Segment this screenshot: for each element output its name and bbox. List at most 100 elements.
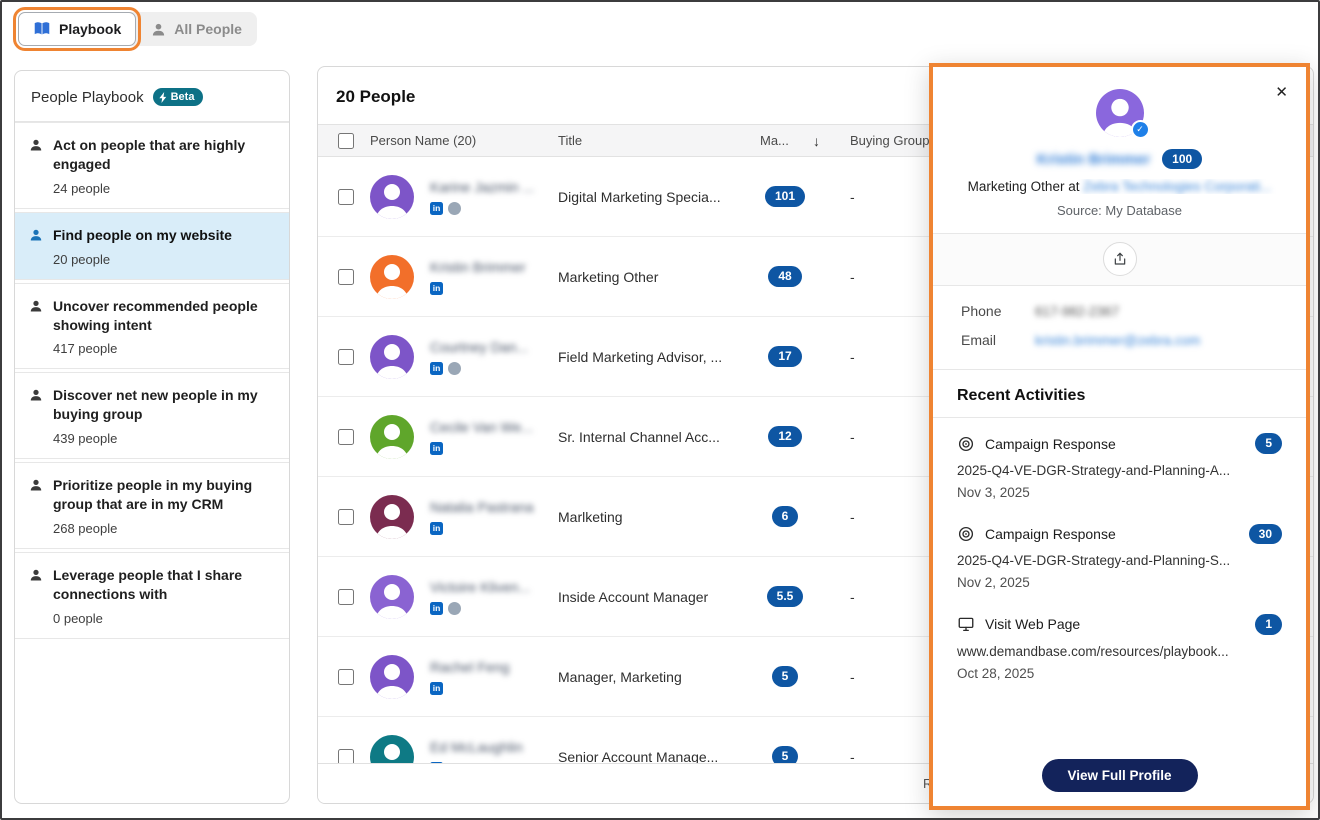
person-icon bbox=[29, 299, 43, 357]
playbook-item-buying-group-in-crm[interactable]: Prioritize people in my buying group tha… bbox=[15, 462, 289, 550]
linkedin-icon[interactable]: in bbox=[430, 201, 443, 215]
linkedin-icon[interactable]: in bbox=[430, 281, 443, 295]
playbook-item-label: Prioritize people in my buying group tha… bbox=[53, 477, 253, 513]
activity-item: Visit Web Page 1 www.demandbase.com/reso… bbox=[957, 601, 1282, 691]
row-checkbox[interactable] bbox=[338, 348, 354, 365]
column-person-name[interactable]: Person Name (20) bbox=[370, 133, 558, 148]
row-checkbox[interactable] bbox=[338, 268, 354, 285]
linkedin-icon[interactable]: in bbox=[430, 601, 443, 615]
panel-avatar-wrap: ✓ bbox=[1095, 89, 1150, 139]
activity-detail: www.demandbase.com/resources/playbook... bbox=[957, 643, 1229, 659]
person-name[interactable]: Courtney Dan... bbox=[430, 339, 558, 355]
view-full-profile-button[interactable]: View Full Profile bbox=[1041, 759, 1198, 792]
close-icon[interactable]: ✕ bbox=[1275, 83, 1288, 101]
row-checkbox[interactable] bbox=[338, 428, 354, 445]
avatar bbox=[370, 494, 414, 539]
buying-group-value: - bbox=[850, 188, 855, 205]
sidebar-header: People Playbook Beta bbox=[15, 71, 289, 122]
playbook-item-count: 417 people bbox=[53, 341, 118, 357]
company-link[interactable]: Zebra Technologies Corporati... bbox=[1083, 179, 1271, 194]
social-icons: in bbox=[430, 681, 558, 695]
person-name[interactable]: Kristin Brimmer bbox=[1037, 151, 1150, 168]
avatar bbox=[370, 334, 414, 379]
phone-label: Phone bbox=[961, 303, 1002, 320]
column-title[interactable]: Title bbox=[558, 133, 744, 148]
email-label: Email bbox=[961, 332, 997, 349]
export-button[interactable] bbox=[1102, 242, 1137, 277]
person-title: Digital Marketing Specia... bbox=[558, 188, 721, 205]
linkedin-icon[interactable]: in bbox=[430, 361, 443, 375]
person-icon bbox=[151, 22, 166, 37]
activity-detail: 2025-Q4-VE-DGR-Strategy-and-Planning-A..… bbox=[957, 462, 1231, 478]
row-checkbox[interactable] bbox=[338, 668, 354, 685]
person-role-line: Marketing Other at Zebra Technologies Co… bbox=[953, 179, 1286, 194]
social-icons: in bbox=[430, 281, 558, 295]
column-buying-group[interactable]: Buying Group / bbox=[826, 133, 937, 148]
activity-type: Campaign Response bbox=[985, 525, 1116, 542]
social-icons: in bbox=[430, 361, 558, 375]
social-icons: in bbox=[430, 601, 558, 615]
person-name[interactable]: Rachel Feng bbox=[430, 659, 558, 675]
contact-section: Phone 617-982-2367 Email kristin.brimmer… bbox=[933, 286, 1306, 371]
person-title: Manager, Marketing bbox=[558, 668, 682, 685]
secondary-profile-icon[interactable] bbox=[448, 601, 461, 615]
person-name[interactable]: Karine Jazmin ... bbox=[430, 179, 558, 195]
linkedin-icon[interactable]: in bbox=[430, 681, 443, 695]
buying-group-value: - bbox=[850, 508, 855, 525]
sidebar-title: People Playbook bbox=[31, 88, 144, 106]
engagement-score-badge: 101 bbox=[764, 186, 806, 207]
app-root: Playbook All People People Playbook Beta… bbox=[0, 0, 1320, 820]
person-name[interactable]: Natalia Pastrana bbox=[430, 499, 558, 515]
playbook-item-label: Discover net new people in my buying gro… bbox=[53, 387, 258, 423]
linkedin-icon[interactable]: in bbox=[430, 521, 443, 535]
person-name[interactable]: Cecile Van We... bbox=[430, 419, 558, 435]
buying-group-value: - bbox=[850, 348, 855, 365]
person-title: Marlketing bbox=[558, 508, 623, 525]
buying-group-value: - bbox=[850, 428, 855, 445]
social-icons: in bbox=[430, 521, 558, 535]
playbook-item-label: Uncover recommended people showing inten… bbox=[53, 297, 258, 333]
playbook-item-highly-engaged[interactable]: Act on people that are highly engaged 24… bbox=[15, 122, 289, 209]
activity-item: Campaign Response 5 2025-Q4-VE-DGR-Strat… bbox=[957, 420, 1282, 510]
activity-date: Nov 2, 2025 bbox=[957, 575, 1030, 591]
person-icon bbox=[29, 478, 43, 536]
person-name[interactable]: Kristin Brimmer bbox=[430, 259, 558, 275]
tab-playbook[interactable]: Playbook bbox=[12, 7, 142, 51]
avatar bbox=[370, 574, 414, 619]
secondary-profile-icon[interactable] bbox=[448, 201, 461, 215]
tab-all-people[interactable]: All People bbox=[136, 12, 257, 46]
panel-header: ✓ Kristin Brimmer 100 Marketing Other at… bbox=[933, 67, 1306, 233]
engagement-score-badge: 12 bbox=[768, 426, 802, 447]
campaign-target-icon bbox=[958, 436, 974, 451]
person-icon bbox=[29, 228, 43, 267]
row-checkbox[interactable] bbox=[338, 508, 354, 525]
column-match-score-label: Ma... bbox=[760, 133, 789, 148]
phone-value: 617-982-2367 bbox=[1035, 303, 1120, 319]
column-match-score[interactable]: Ma... ↓ bbox=[744, 133, 826, 149]
playbook-item-shared-connections[interactable]: Leverage people that I share connections… bbox=[15, 552, 289, 639]
activity-date: Nov 3, 2025 bbox=[957, 484, 1030, 500]
playbook-item-find-people-on-website[interactable]: Find people on my website 20 people bbox=[15, 211, 289, 280]
activities-list: Campaign Response 5 2025-Q4-VE-DGR-Strat… bbox=[933, 418, 1306, 691]
avatar bbox=[370, 174, 414, 219]
playbook-sidebar: People Playbook Beta Act on people that … bbox=[14, 70, 290, 804]
buying-group-value: - bbox=[850, 588, 855, 605]
row-checkbox[interactable] bbox=[338, 588, 354, 605]
activity-count-badge: 1 bbox=[1255, 614, 1282, 635]
secondary-profile-icon[interactable] bbox=[448, 361, 461, 375]
playbook-item-showing-intent[interactable]: Uncover recommended people showing inten… bbox=[15, 282, 289, 370]
person-name[interactable]: Ed McLaughlin bbox=[430, 739, 558, 755]
email-value[interactable]: kristin.brimmer@zebra.com bbox=[1035, 333, 1200, 348]
web-page-monitor-icon bbox=[958, 618, 974, 632]
linkedin-icon[interactable]: in bbox=[430, 441, 443, 455]
engagement-score-badge: 6 bbox=[771, 506, 799, 527]
recent-activities-title: Recent Activities bbox=[933, 370, 1306, 419]
row-checkbox[interactable] bbox=[338, 188, 354, 205]
playbook-item-net-new-buying-group[interactable]: Discover net new people in my buying gro… bbox=[15, 372, 289, 460]
social-icons: in bbox=[430, 201, 558, 215]
sort-desc-icon[interactable]: ↓ bbox=[813, 133, 820, 149]
person-name[interactable]: Victoire Kliven... bbox=[430, 579, 558, 595]
person-title: Sr. Internal Channel Acc... bbox=[558, 428, 720, 445]
buying-group-value: - bbox=[850, 268, 855, 285]
select-all-checkbox[interactable] bbox=[338, 132, 354, 149]
